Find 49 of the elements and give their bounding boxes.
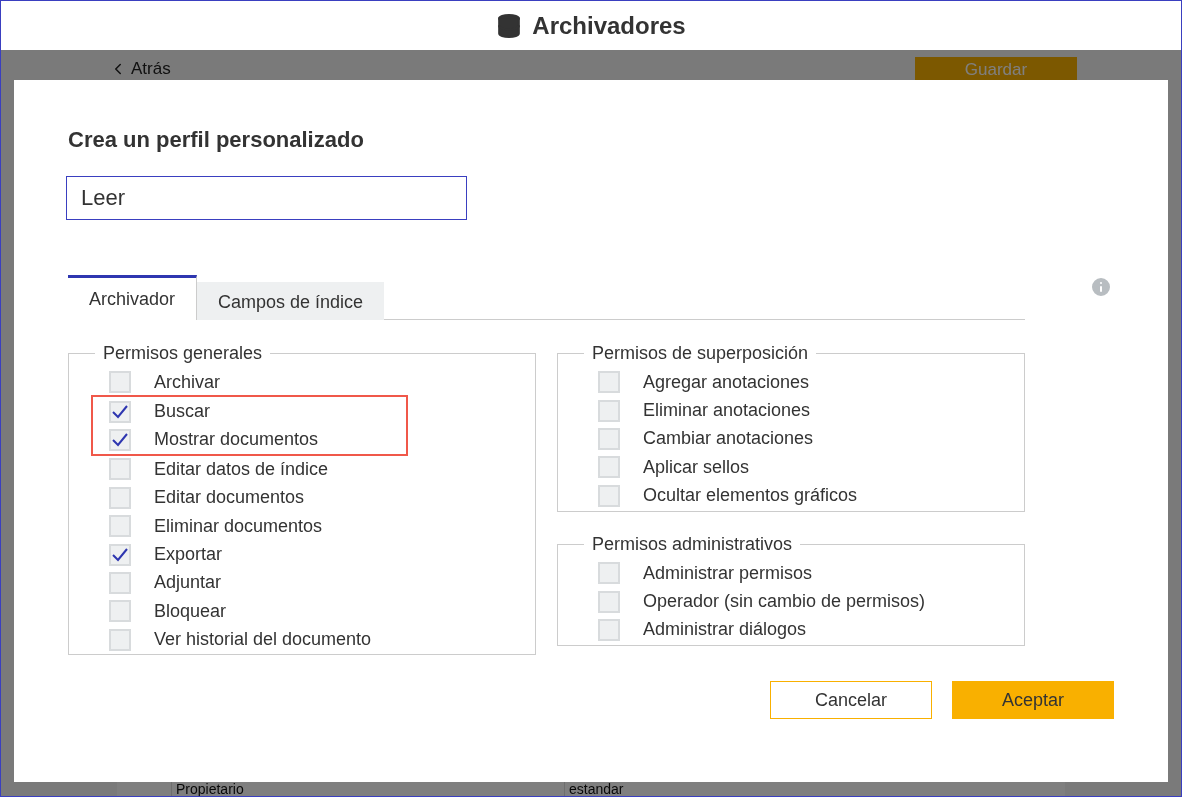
name-field[interactable]: Leer (66, 176, 467, 220)
permission-label: Administrar permisos (643, 562, 813, 584)
back-link[interactable]: Atrás (109, 60, 171, 78)
permission-label: Archivar (154, 371, 220, 393)
checkbox[interactable] (109, 400, 131, 423)
permission-label: Administrar diálogos (643, 619, 807, 641)
checkbox[interactable] (109, 628, 131, 651)
checkbox[interactable] (109, 371, 131, 394)
checkbox[interactable] (109, 543, 131, 566)
permission-label: Buscar (154, 401, 211, 423)
checkbox[interactable] (598, 371, 620, 394)
checkbox[interactable] (598, 456, 620, 479)
permission-label: Aplicar sellos (643, 456, 750, 478)
permission-label: Adjuntar (154, 572, 222, 594)
permission-label: Ver historial del documento (154, 629, 372, 651)
database-icon (496, 12, 523, 39)
permission-label: Agregar anotaciones (643, 371, 810, 393)
checkbox[interactable] (109, 458, 131, 481)
checkbox[interactable] (109, 571, 131, 594)
permission-label: Eliminar documentos (154, 515, 323, 537)
checkbox[interactable] (598, 562, 620, 585)
group-legend: Permisos generales (95, 343, 271, 364)
checkbox[interactable] (598, 427, 620, 450)
permission-label: Exportar (154, 544, 223, 566)
permission-label: Operador (sin cambio de permisos) (643, 591, 926, 613)
permission-label: Eliminar anotaciones (643, 400, 811, 422)
cancel-button[interactable]: Cancelar (770, 681, 932, 719)
permission-label: Editar datos de índice (154, 458, 329, 480)
checkbox[interactable] (598, 399, 620, 422)
checkbox[interactable] (598, 484, 620, 507)
group-legend: Permisos administrativos (584, 534, 801, 555)
permission-label: Cambiar anotaciones (643, 428, 814, 450)
accept-button[interactable]: Aceptar (952, 681, 1114, 719)
tab[interactable]: Archivador (68, 275, 198, 320)
group-legend: Permisos de superposición (584, 343, 817, 364)
tab[interactable]: Campos de índice (197, 282, 385, 320)
checkbox[interactable] (109, 515, 131, 538)
checkbox[interactable] (598, 618, 620, 641)
checkbox[interactable] (109, 486, 131, 509)
permission-label: Bloquear (154, 600, 227, 622)
permission-label: Editar documentos (154, 487, 305, 509)
window-title: Archivadores (532, 11, 686, 40)
permission-label: Mostrar documentos (154, 429, 319, 451)
checkbox[interactable] (598, 590, 620, 613)
info-icon[interactable] (1089, 275, 1113, 299)
dialog-title: Crea un perfil personalizado (68, 126, 365, 154)
permission-label: Ocultar elementos gráficos (643, 485, 858, 507)
checkbox[interactable] (109, 428, 131, 451)
checkbox[interactable] (109, 600, 131, 623)
